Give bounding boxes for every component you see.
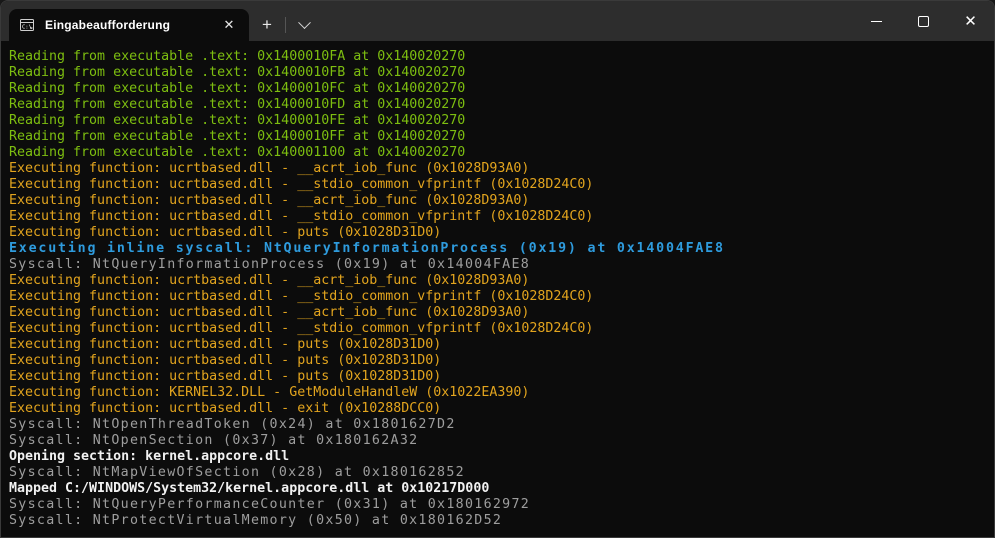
window-controls: ✕	[853, 1, 994, 41]
new-tab-button[interactable]: +	[249, 9, 285, 41]
terminal-line: Reading from executable .text: 0x1400011…	[9, 145, 994, 161]
terminal-line: Reading from executable .text: 0x1400010…	[9, 49, 994, 65]
close-icon: ✕	[964, 14, 977, 29]
terminal-line: Executing function: KERNEL32.DLL - GetMo…	[9, 385, 994, 401]
terminal-line: Reading from executable .text: 0x1400010…	[9, 129, 994, 145]
minimize-button[interactable]	[853, 1, 900, 41]
terminal-line: Reading from executable .text: 0x1400010…	[9, 113, 994, 129]
terminal-line: Executing function: ucrtbased.dll - puts…	[9, 369, 994, 385]
tab-dropdown-button[interactable]	[286, 9, 322, 41]
terminal-line: Syscall: NtQueryPerformanceCounter (0x31…	[9, 497, 994, 513]
maximize-button[interactable]	[900, 1, 947, 41]
terminal-line: Reading from executable .text: 0x1400010…	[9, 97, 994, 113]
terminal-line: Syscall: NtOpenSection (0x37) at 0x18016…	[9, 433, 994, 449]
tab-title: Eingabeaufforderung	[45, 18, 217, 32]
terminal-line: Executing function: ucrtbased.dll - __st…	[9, 289, 994, 305]
terminal-line: Syscall: NtQueryInformationProcess (0x19…	[9, 257, 994, 273]
terminal-line: Opening section: kernel.appcore.dll	[9, 449, 994, 465]
terminal-line: Executing function: ucrtbased.dll - exit…	[9, 401, 994, 417]
terminal-line: Executing function: ucrtbased.dll - __ac…	[9, 305, 994, 321]
minimize-icon	[871, 21, 882, 22]
terminal-line: Syscall: NtOpenThreadToken (0x24) at 0x1…	[9, 417, 994, 433]
terminal-line: Executing function: ucrtbased.dll - puts…	[9, 337, 994, 353]
terminal-line: Executing function: ucrtbased.dll - __ac…	[9, 161, 994, 177]
terminal-line: Reading from executable .text: 0x1400010…	[9, 65, 994, 81]
title-bar: C:\ Eingabeaufforderung ✕ + ✕	[1, 1, 994, 41]
terminal-line: Executing function: ucrtbased.dll - __ac…	[9, 273, 994, 289]
tab-eingabeaufforderung[interactable]: C:\ Eingabeaufforderung ✕	[9, 9, 249, 41]
maximize-icon	[918, 16, 929, 27]
cmd-window-icon: C:\	[19, 17, 35, 33]
chevron-down-icon	[298, 16, 311, 29]
terminal-line: Executing function: ucrtbased.dll - __st…	[9, 209, 994, 225]
terminal-line: Reading from executable .text: 0x1400010…	[9, 81, 994, 97]
terminal-window: C:\ Eingabeaufforderung ✕ + ✕ Readi	[0, 0, 995, 538]
terminal-output[interactable]: Reading from executable .text: 0x1400010…	[1, 41, 994, 529]
terminal-line: Syscall: NtProtectVirtualMemory (0x50) a…	[9, 513, 994, 529]
terminal-line: Syscall: NtMapViewOfSection (0x28) at 0x…	[9, 465, 994, 481]
terminal-line: Executing function: ucrtbased.dll - __st…	[9, 321, 994, 337]
terminal-line: Executing function: ucrtbased.dll - __ac…	[9, 193, 994, 209]
terminal-line: Executing function: ucrtbased.dll - puts…	[9, 353, 994, 369]
titlebar-drag-region	[322, 1, 853, 41]
terminal-line: Executing function: ucrtbased.dll - __st…	[9, 177, 994, 193]
tab-close-icon[interactable]: ✕	[217, 13, 241, 37]
close-button[interactable]: ✕	[947, 1, 994, 41]
terminal-line: Mapped C:/WINDOWS/System32/kernel.appcor…	[9, 481, 994, 497]
terminal-line: Executing function: ucrtbased.dll - puts…	[9, 225, 994, 241]
terminal-line: Executing inline syscall: NtQueryInforma…	[9, 241, 994, 257]
